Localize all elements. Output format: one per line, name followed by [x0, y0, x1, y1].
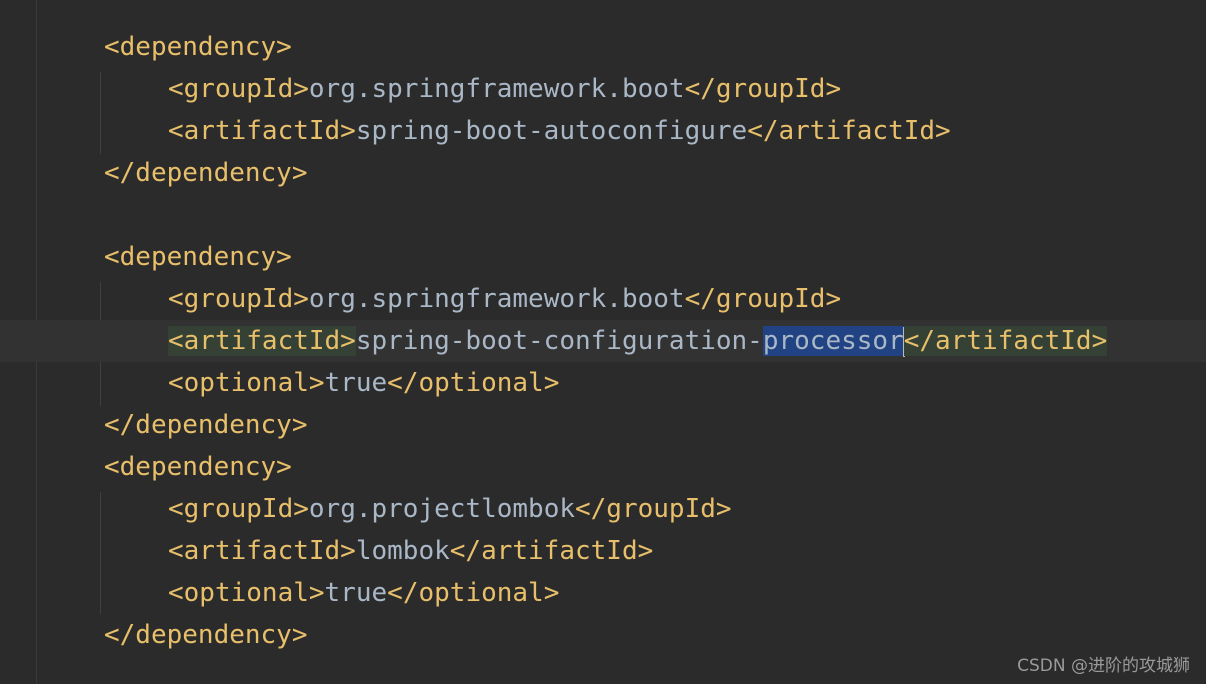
- xml-tag: </optional>: [387, 578, 560, 608]
- xml-tag: <groupId>: [168, 74, 309, 104]
- text-selection: processor: [762, 326, 904, 356]
- code-line[interactable]: <artifactId>spring-boot-autoconfigure</a…: [168, 110, 951, 152]
- watermark-text: CSDN @进阶的攻城狮: [1017, 656, 1190, 676]
- xml-tag: </artifactId>: [747, 116, 951, 146]
- xml-tag: <dependency>: [104, 452, 292, 482]
- code-line[interactable]: <dependency>: [104, 446, 292, 488]
- xml-value: org.springframework.boot: [308, 284, 685, 314]
- code-line[interactable]: <artifactId>lombok</artifactId>: [168, 530, 653, 572]
- xml-tag: <dependency>: [104, 32, 292, 62]
- xml-tag: <dependency>: [104, 242, 292, 272]
- code-line[interactable]: <optional>true</optional>: [168, 362, 559, 404]
- xml-value: true: [324, 578, 388, 608]
- xml-value: org.springframework.boot: [308, 74, 685, 104]
- code-line[interactable]: <dependency>: [104, 26, 292, 68]
- xml-tag: <groupId>: [168, 494, 309, 524]
- code-editor[interactable]: <dependency> <groupId>org.springframewor…: [0, 0, 1206, 684]
- xml-tag-matched: <artifactId>: [168, 326, 356, 356]
- xml-value: lombok: [355, 536, 450, 566]
- xml-tag: <artifactId>: [168, 116, 356, 146]
- code-line[interactable]: <dependency>: [104, 236, 292, 278]
- xml-tag: </groupId>: [684, 284, 842, 314]
- xml-tag: </dependency>: [104, 158, 308, 188]
- xml-tag: </dependency>: [104, 410, 308, 440]
- code-line-current[interactable]: <artifactId>spring-boot-configuration-pr…: [168, 320, 1108, 362]
- xml-tag-matched: </artifactId>: [903, 326, 1108, 356]
- indent-guide: [100, 492, 101, 614]
- xml-value: spring-boot-autoconfigure: [355, 116, 748, 146]
- code-line[interactable]: <groupId>org.springframework.boot</group…: [168, 278, 841, 320]
- code-line[interactable]: </dependency>: [104, 152, 308, 194]
- xml-tag: </artifactId>: [449, 536, 654, 566]
- xml-tag: </groupId>: [575, 494, 732, 524]
- xml-value: org.projectlombok: [308, 494, 575, 524]
- xml-tag: </groupId>: [684, 74, 842, 104]
- xml-tag: <artifactId>: [168, 536, 356, 566]
- indent-guide: [100, 72, 101, 154]
- xml-tag: </dependency>: [104, 620, 308, 650]
- xml-value: spring-boot-configuration-: [355, 326, 763, 356]
- xml-value: true: [324, 368, 388, 398]
- xml-tag: <optional>: [168, 368, 325, 398]
- xml-tag: <optional>: [168, 578, 325, 608]
- code-line[interactable]: <optional>true</optional>: [168, 572, 559, 614]
- code-line[interactable]: </dependency>: [104, 404, 308, 446]
- code-line[interactable]: </dependency>: [104, 614, 308, 656]
- xml-tag: <groupId>: [168, 284, 309, 314]
- code-line[interactable]: <groupId>org.springframework.boot</group…: [168, 68, 841, 110]
- xml-tag: </optional>: [387, 368, 560, 398]
- code-line[interactable]: <groupId>org.projectlombok</groupId>: [168, 488, 732, 530]
